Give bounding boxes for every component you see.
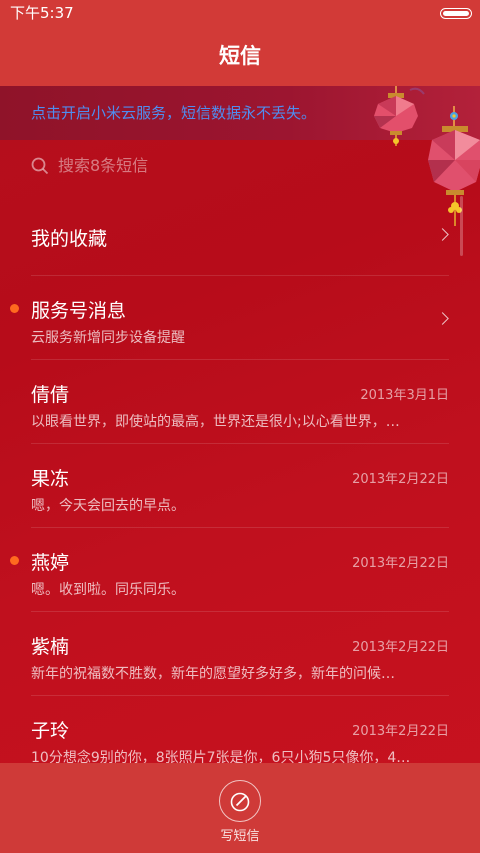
page-title: 短信: [219, 44, 261, 68]
conversation-preview: 嗯。收到啦。同乐同乐。: [31, 582, 185, 598]
search-placeholder[interactable]: 搜索8条短信: [58, 156, 148, 175]
compose-button[interactable]: [219, 780, 261, 822]
conversation-item[interactable]: 燕婷 2013年2月22日 嗯。收到啦。同乐同乐。: [10, 528, 449, 612]
conversation-item[interactable]: 果冻 2013年2月22日 嗯，今天会回去的早点。: [31, 444, 449, 528]
status-bar: 下午5:37: [0, 0, 480, 26]
conversation-preview: 嗯，今天会回去的早点。: [31, 498, 185, 514]
search-icon: [31, 157, 49, 175]
conversation-list: 我的收藏 服务号消息 云服务新增同步设备提醒 倩倩 2013年3月1日 以眼看世…: [0, 192, 480, 780]
chevron-right-icon: [436, 312, 449, 325]
conversation-date: 2013年3月1日: [360, 388, 449, 403]
favorites-item[interactable]: 我的收藏: [31, 192, 449, 276]
conversation-item[interactable]: 倩倩 2013年3月1日 以眼看世界，即使站的最高，世界还是很小;以心看世界，…: [31, 360, 449, 444]
bottom-toolbar: 写短信: [0, 763, 480, 853]
conversation-name: 倩倩: [31, 384, 70, 406]
conversation-name: 子玲: [31, 720, 70, 742]
conversation-date: 2013年2月22日: [352, 556, 449, 571]
conversation-item-service[interactable]: 服务号消息 云服务新增同步设备提醒: [10, 276, 449, 360]
compose-label[interactable]: 写短信: [0, 825, 480, 844]
banner-text[interactable]: 点击开启小米云服务，短信数据永不丢失。: [31, 104, 316, 122]
unread-dot: [10, 304, 19, 313]
conversation-name: 燕婷: [31, 552, 70, 574]
chevron-right-icon: [436, 228, 449, 241]
conversation-preview: 新年的祝福数不胜数，新年的愿望好多好多，新年的问候…: [31, 666, 395, 682]
favorites-label: 我的收藏: [31, 228, 108, 250]
conversation-preview: 以眼看世界，即使站的最高，世界还是很小;以心看世界，…: [31, 414, 400, 430]
scrollbar[interactable]: [460, 196, 463, 256]
app-header: 短信: [0, 26, 480, 86]
pen-icon: [230, 792, 250, 812]
conversation-name: 紫楠: [31, 636, 70, 658]
conversation-item[interactable]: 紫楠 2013年2月22日 新年的祝福数不胜数，新年的愿望好多好多，新年的问候…: [31, 612, 449, 696]
status-time: 下午5:37: [10, 4, 74, 22]
conversation-preview: 云服务新增同步设备提醒: [31, 330, 185, 346]
conversation-date: 2013年2月22日: [352, 472, 449, 487]
search-field[interactable]: 搜索8条短信: [0, 140, 480, 192]
unread-dot: [10, 556, 19, 565]
conversation-name: 果冻: [31, 468, 70, 490]
conversation-name: 服务号消息: [31, 300, 127, 322]
conversation-date: 2013年2月22日: [352, 724, 449, 739]
battery-icon: [440, 8, 472, 19]
conversation-date: 2013年2月22日: [352, 640, 449, 655]
